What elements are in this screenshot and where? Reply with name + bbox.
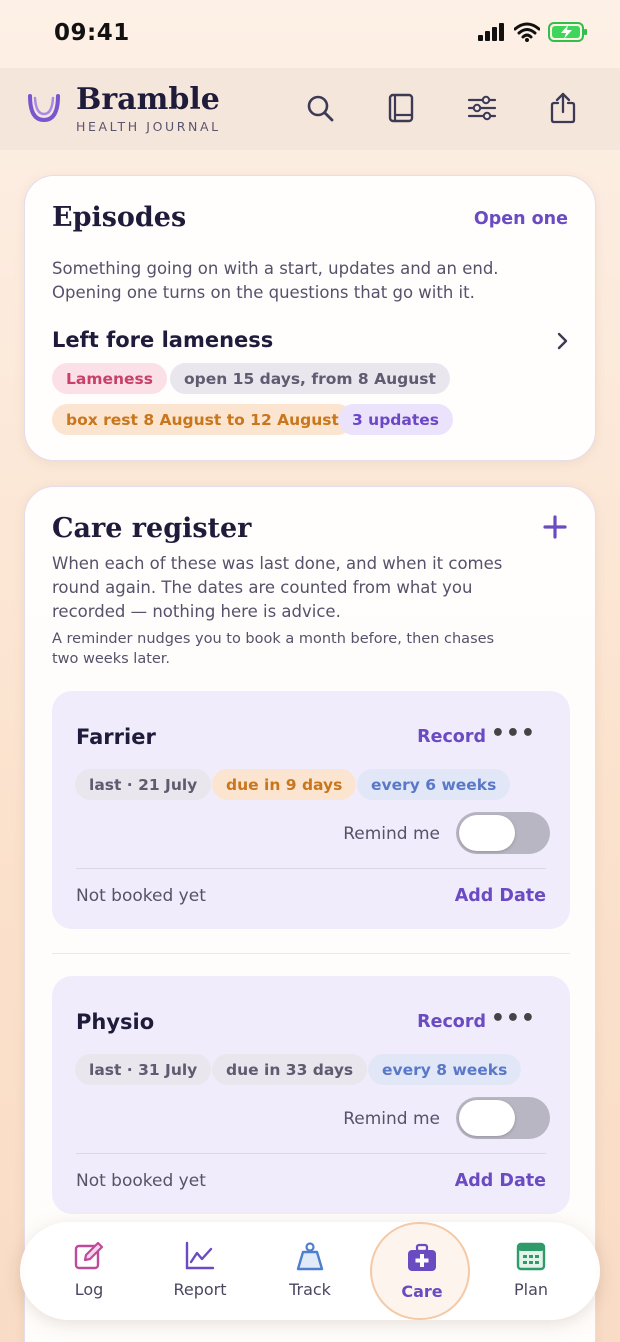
item-separator — [52, 953, 570, 954]
chart-line-icon — [185, 1241, 215, 1270]
care-item-name: Farrier — [76, 725, 156, 749]
episode-title: Left fore lameness — [52, 328, 274, 352]
last-done-chip: last · 31 July — [75, 1054, 212, 1085]
toggle-knob — [459, 815, 515, 851]
care-register-title: Care register — [52, 513, 252, 544]
booking-status: Not booked yet — [76, 886, 206, 906]
interval-chip: every 8 weeks — [368, 1054, 522, 1085]
open-episode-button[interactable]: Open one — [474, 209, 568, 229]
bramble-logo-icon — [28, 94, 60, 123]
share-button[interactable] — [545, 90, 581, 126]
calendar-icon — [516, 1242, 546, 1271]
care-item-physio: Physio Record ••• last · 31 July due in … — [52, 976, 570, 1214]
filter-sliders-icon — [467, 95, 497, 121]
journal-book-icon — [388, 93, 414, 123]
nav-label: Plan — [513, 1280, 549, 1299]
first-aid-kit-icon — [408, 1243, 436, 1271]
status-time: 09:41 — [54, 20, 130, 46]
wifi-icon — [514, 22, 540, 42]
add-icon[interactable] — [543, 515, 567, 539]
record-button[interactable]: Record — [417, 727, 486, 747]
cellular-signal-icon — [478, 23, 504, 41]
booking-status: Not booked yet — [76, 1171, 206, 1191]
nav-label: Report — [173, 1280, 227, 1299]
nav-item-report[interactable]: Report — [150, 1222, 250, 1320]
status-bar: 09:41 — [0, 0, 620, 68]
nav-item-care[interactable]: Care — [370, 1222, 470, 1320]
care-register-note: A reminder nudges you to book a month be… — [52, 631, 495, 667]
brand-name: Bramble — [76, 82, 220, 117]
pencil-square-icon — [74, 1241, 104, 1270]
nav-item-log[interactable]: Log — [39, 1222, 139, 1320]
chevron-right-icon — [557, 332, 568, 350]
add-date-button[interactable]: Add Date — [455, 1171, 546, 1191]
episodes-description: Something going on with a start, updates… — [52, 259, 499, 302]
nav-item-track[interactable]: Track — [260, 1222, 360, 1320]
filter-button[interactable] — [464, 90, 500, 126]
nav-item-plan[interactable]: Plan — [481, 1222, 581, 1320]
brand-subtitle: HEALTH JOURNAL — [76, 119, 221, 134]
care-item-name: Physio — [76, 1010, 155, 1034]
interval-chip: every 6 weeks — [357, 769, 511, 800]
due-chip: due in 33 days — [212, 1054, 368, 1085]
battery-charging-icon — [548, 22, 587, 42]
search-button[interactable] — [302, 90, 338, 126]
add-date-button[interactable]: Add Date — [455, 886, 546, 906]
weight-icon — [296, 1242, 324, 1271]
care-item-farrier: Farrier Record ••• last · 21 July due in… — [52, 691, 570, 929]
journal-button[interactable] — [383, 90, 419, 126]
episode-row[interactable]: Left fore lameness — [25, 324, 597, 360]
record-button[interactable]: Record — [417, 1012, 486, 1032]
share-icon — [550, 92, 576, 124]
category-chip: Lameness — [52, 363, 167, 394]
remind-me-label: Remind me — [343, 824, 440, 844]
last-done-chip: last · 21 July — [75, 769, 212, 800]
care-register-card: Care register When each of these was las… — [24, 486, 596, 1342]
duration-chip: open 15 days, from 8 August — [170, 363, 450, 394]
toggle-knob — [459, 1100, 515, 1136]
more-options-icon[interactable]: ••• — [491, 721, 536, 746]
divider — [76, 868, 546, 869]
more-options-icon[interactable]: ••• — [491, 1006, 536, 1031]
box-rest-chip: box rest 8 August to 12 August — [52, 404, 353, 435]
updates-chip: 3 updates — [338, 404, 454, 435]
divider — [76, 1153, 546, 1154]
nav-label: Log — [74, 1280, 104, 1299]
remind-me-label: Remind me — [343, 1109, 440, 1129]
app-header: Bramble HEALTH JOURNAL — [0, 68, 620, 150]
remind-me-toggle[interactable] — [456, 812, 550, 854]
search-icon — [307, 95, 334, 122]
episodes-title: Episodes — [52, 202, 187, 233]
status-icons — [478, 22, 588, 42]
care-register-description: When each of these was last done, and wh… — [52, 554, 503, 621]
due-chip: due in 9 days — [212, 769, 357, 800]
episodes-card: Episodes Open one Something going on wit… — [24, 175, 596, 461]
bottom-nav: Log Report Track Care Plan — [20, 1222, 600, 1320]
nav-label: Track — [289, 1280, 331, 1299]
nav-label: Care — [401, 1282, 443, 1301]
remind-me-toggle[interactable] — [456, 1097, 550, 1139]
